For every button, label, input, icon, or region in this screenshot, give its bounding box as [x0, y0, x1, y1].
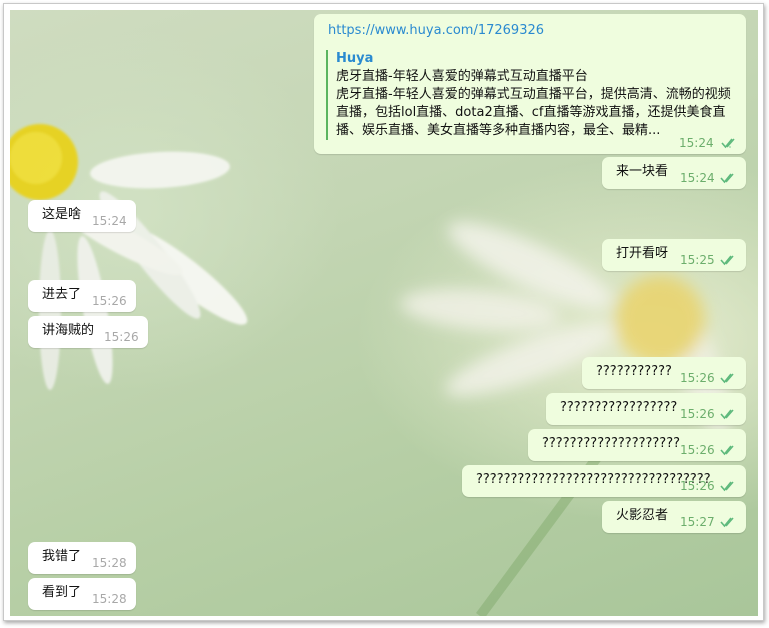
outgoing-message-bubble[interactable]: 来一块看 15:24 — [602, 157, 746, 189]
message-text: ?????????????????????????????????? — [476, 472, 711, 487]
link-preview[interactable]: Huya 虎牙直播-年轻人喜爱的弹幕式互动直播平台 虎牙直播-年轻人喜爱的弹幕式… — [326, 50, 736, 140]
double-check-icon — [720, 445, 734, 456]
message-text: 这是啥 — [42, 207, 82, 222]
double-check-icon — [720, 481, 734, 492]
message-text: 我错了 — [42, 549, 82, 564]
link-preview-subtitle: 虎牙直播-年轻人喜爱的弹幕式互动直播平台 — [336, 69, 588, 84]
double-check-icon — [720, 373, 734, 384]
incoming-message-bubble[interactable]: 讲海贼的 15:26 — [28, 316, 148, 348]
message-time: 15:26 — [680, 443, 715, 457]
incoming-message-bubble[interactable]: 进去了 15:26 — [28, 280, 136, 312]
chat-background: https://www.huya.com/17269326 Huya 虎牙直播-… — [10, 10, 758, 616]
message-time: 15:24 — [679, 136, 714, 150]
incoming-message-bubble[interactable]: 这是啥 15:24 — [28, 200, 136, 232]
message-time: 15:26 — [92, 294, 127, 308]
message-time: 15:24 — [92, 214, 127, 228]
double-check-icon — [721, 138, 735, 149]
outgoing-message-bubble[interactable]: 打开看呀 15:25 — [602, 239, 746, 271]
link-preview-description-line: 虎牙直播-年轻人喜爱的弹幕式互动直播平台，提供高清、流畅的视频 — [336, 87, 731, 102]
message-text: 火影忍者 — [616, 508, 669, 523]
message-text: ??????????? — [596, 364, 672, 379]
message-time: 15:28 — [92, 556, 127, 570]
link-message-bubble[interactable]: https://www.huya.com/17269326 Huya 虎牙直播-… — [314, 14, 746, 154]
message-time: 15:24 — [680, 171, 715, 185]
double-check-icon — [720, 255, 734, 266]
outgoing-message-bubble[interactable]: ????????????????? 15:26 — [546, 393, 746, 425]
message-text: 讲海贼的 — [42, 323, 95, 338]
message-time: 15:26 — [104, 330, 139, 344]
message-text: 打开看呀 — [616, 246, 669, 261]
message-text: 看到了 — [42, 585, 82, 600]
message-text: ???????????????????? — [542, 436, 680, 451]
double-check-icon — [720, 517, 734, 528]
message-time: 15:26 — [680, 479, 715, 493]
message-text: 进去了 — [42, 287, 82, 302]
message-time: 15:25 — [680, 253, 715, 267]
message-time: 15:28 — [92, 592, 127, 606]
outgoing-message-bubble[interactable]: ???????????????????? 15:26 — [528, 429, 746, 461]
outgoing-message-bubble[interactable]: ??????????? 15:26 — [582, 357, 746, 389]
message-link-url[interactable]: https://www.huya.com/17269326 — [328, 22, 544, 40]
message-text: 来一块看 — [616, 164, 669, 179]
outgoing-message-bubble[interactable]: ?????????????????????????????????? 15:26 — [462, 465, 746, 497]
incoming-message-bubble[interactable]: 我错了 15:28 — [28, 542, 136, 574]
message-time: 15:26 — [680, 407, 715, 421]
double-check-icon — [720, 409, 734, 420]
chat-window: https://www.huya.com/17269326 Huya 虎牙直播-… — [3, 3, 764, 621]
outgoing-message-bubble[interactable]: 火影忍者 15:27 — [602, 501, 746, 533]
link-preview-description-line: 播、娱乐直播、美女直播等多种直播内容，最全、最精... — [336, 123, 661, 138]
link-preview-title: Huya — [336, 51, 374, 66]
link-preview-description-line: 直播，包括lol直播、dota2直播、cf直播等游戏直播，还提供美食直 — [336, 105, 726, 120]
message-text: ????????????????? — [560, 400, 678, 415]
message-time: 15:27 — [680, 515, 715, 529]
message-time: 15:26 — [680, 371, 715, 385]
double-check-icon — [720, 173, 734, 184]
incoming-message-bubble[interactable]: 看到了 15:28 — [28, 578, 136, 610]
